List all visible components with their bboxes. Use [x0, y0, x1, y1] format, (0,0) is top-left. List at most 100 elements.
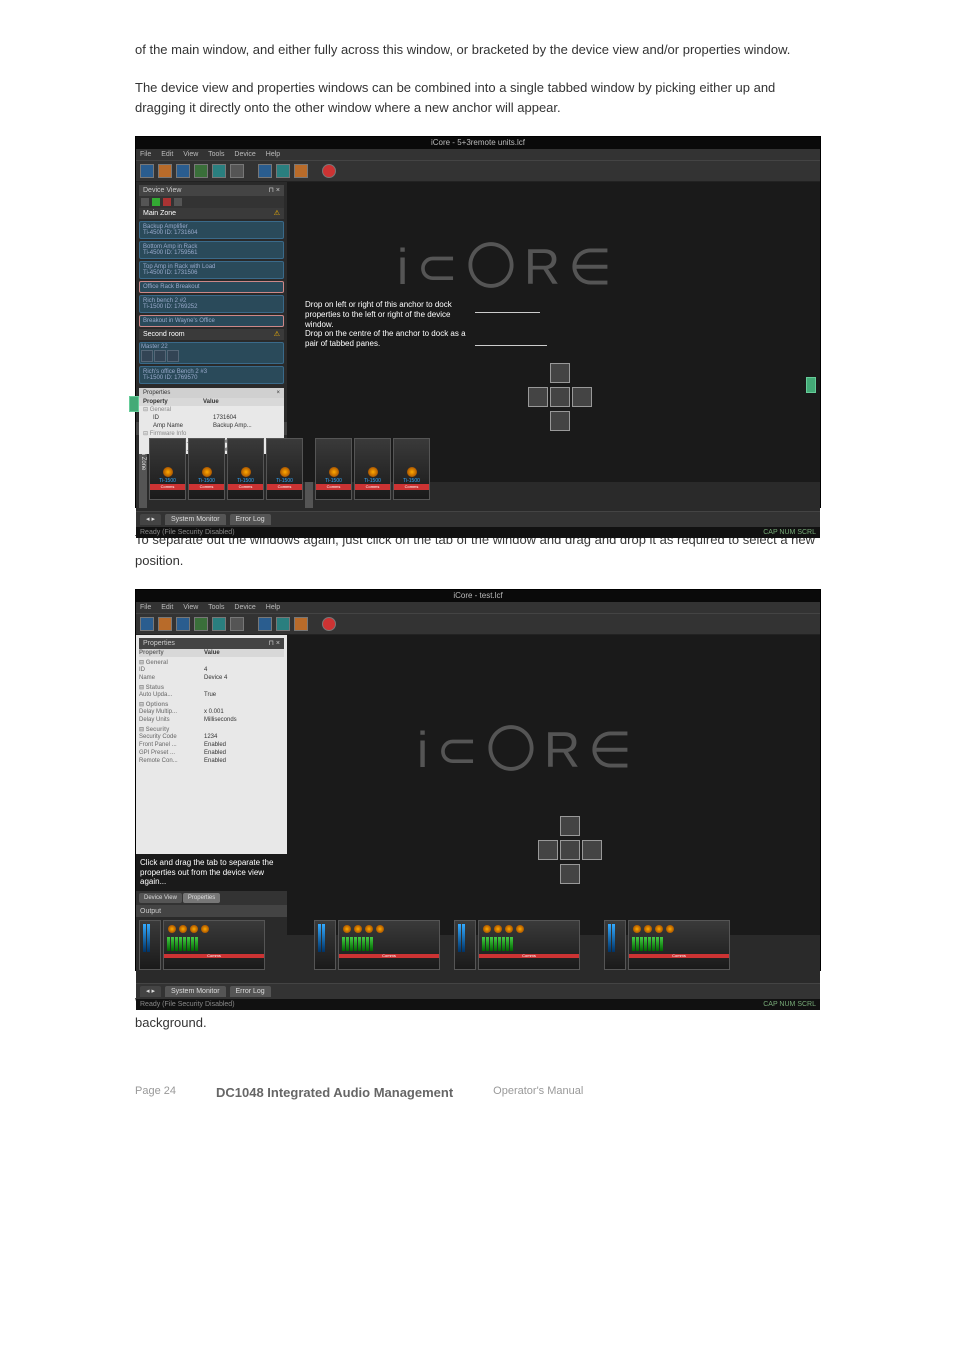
- mini-icon[interactable]: [141, 350, 153, 362]
- device-item[interactable]: Master 22: [139, 342, 284, 364]
- property-value[interactable]: Device 4: [204, 675, 284, 681]
- output-device[interactable]: Ti-1500Comms: [315, 438, 352, 500]
- output-device[interactable]: Ti-1500Comms: [227, 438, 264, 500]
- output-device[interactable]: Ti-1500Comms: [149, 438, 186, 500]
- mini-icon[interactable]: [154, 350, 166, 362]
- dock-anchor[interactable]: [527, 362, 593, 434]
- anchor-target[interactable]: [560, 864, 580, 884]
- toolbar-icon[interactable]: [141, 198, 149, 206]
- panel-pin-icon[interactable]: ⊓ ×: [269, 640, 281, 647]
- toolbar-button[interactable]: [212, 617, 226, 631]
- zone-label[interactable]: Main Zone: [143, 210, 176, 217]
- drag-handle-icon[interactable]: [129, 396, 139, 412]
- anchor-target[interactable]: [550, 363, 570, 383]
- anchor-target[interactable]: [560, 840, 580, 860]
- property-value[interactable]: Enabled: [204, 758, 284, 764]
- toolbar-button[interactable]: [230, 617, 244, 631]
- anchor-target[interactable]: [550, 411, 570, 431]
- menu-help[interactable]: Help: [266, 604, 280, 611]
- output-device[interactable]: Ti-1500Comms: [188, 438, 225, 500]
- anchor-target[interactable]: [550, 387, 570, 407]
- device-item[interactable]: Breakout in Wayne's Office: [139, 315, 284, 327]
- menu-view[interactable]: View: [183, 604, 198, 611]
- menu-device[interactable]: Device: [234, 151, 255, 158]
- property-value[interactable]: 1234: [204, 734, 284, 740]
- toolbar-button[interactable]: [176, 164, 190, 178]
- toolbar-button[interactable]: [276, 617, 290, 631]
- tab-arrow-icon[interactable]: ◂ ▸: [140, 986, 161, 997]
- anchor-target[interactable]: [582, 840, 602, 860]
- menu-view[interactable]: View: [183, 151, 198, 158]
- toolbar-button[interactable]: [176, 617, 190, 631]
- device-item[interactable]: Backup Amplifier Ti-4500 ID: 1731604: [139, 221, 284, 239]
- output-device[interactable]: Ti-1500Comms: [393, 438, 430, 500]
- menu-tools[interactable]: Tools: [208, 151, 224, 158]
- tab-system-monitor[interactable]: System Monitor: [165, 514, 226, 525]
- toolbar-button[interactable]: [212, 164, 226, 178]
- output-device[interactable]: [454, 920, 476, 970]
- property-value[interactable]: Enabled: [204, 750, 284, 756]
- toolbar-button[interactable]: [294, 164, 308, 178]
- menu-bar[interactable]: File Edit View Tools Device Help: [136, 602, 820, 613]
- toolbar-button[interactable]: [294, 617, 308, 631]
- tab-arrow-icon[interactable]: ◂ ▸: [140, 514, 161, 525]
- menu-device[interactable]: Device: [234, 604, 255, 611]
- output-device[interactable]: [314, 920, 336, 970]
- mini-icon[interactable]: [167, 350, 179, 362]
- menu-help[interactable]: Help: [266, 151, 280, 158]
- property-value[interactable]: Milliseconds: [204, 717, 284, 723]
- menu-edit[interactable]: Edit: [161, 151, 173, 158]
- device-item[interactable]: Office Rack Breakout: [139, 281, 284, 293]
- tab-properties[interactable]: Properties: [183, 893, 220, 903]
- output-device[interactable]: [139, 920, 161, 970]
- anchor-target[interactable]: [560, 816, 580, 836]
- device-item[interactable]: Top Amp in Rack with Load Ti-4500 ID: 17…: [139, 261, 284, 279]
- dock-handle-right[interactable]: [806, 377, 816, 393]
- output-device[interactable]: Ti-1500Comms: [266, 438, 303, 500]
- toolbar-button[interactable]: [258, 617, 272, 631]
- output-device[interactable]: Comms: [628, 920, 730, 970]
- add-icon[interactable]: [152, 198, 160, 206]
- tab-system-monitor[interactable]: System Monitor: [165, 986, 226, 997]
- toolbar-record-button[interactable]: [322, 617, 336, 631]
- device-item[interactable]: Bottom Amp in Rack Ti-4500 ID: 1759561: [139, 241, 284, 259]
- zone-label[interactable]: Second room: [143, 331, 185, 338]
- anchor-target[interactable]: [572, 387, 592, 407]
- tab-error-log[interactable]: Error Log: [230, 986, 271, 997]
- menu-file[interactable]: File: [140, 151, 151, 158]
- property-value[interactable]: True: [204, 692, 284, 698]
- toolbar-button[interactable]: [194, 164, 208, 178]
- property-value[interactable]: x 0.001: [204, 709, 284, 715]
- toolbar-record-button[interactable]: [322, 164, 336, 178]
- remove-icon[interactable]: [163, 198, 171, 206]
- property-value[interactable]: Backup Amp...: [213, 423, 280, 429]
- toolbar-button[interactable]: [140, 617, 154, 631]
- menu-edit[interactable]: Edit: [161, 604, 173, 611]
- tab-device-view[interactable]: Device View: [139, 893, 182, 903]
- output-device[interactable]: Comms: [163, 920, 265, 970]
- toolbar-button[interactable]: [158, 617, 172, 631]
- toolbar-button[interactable]: [158, 164, 172, 178]
- menu-file[interactable]: File: [140, 604, 151, 611]
- device-item[interactable]: Rich bench 2 #2 Ti-1500 ID: 1769252: [139, 295, 284, 313]
- close-icon[interactable]: ×: [276, 390, 280, 396]
- anchor-target[interactable]: [538, 840, 558, 860]
- toolbar-button[interactable]: [140, 164, 154, 178]
- dock-anchor[interactable]: [537, 815, 603, 887]
- output-device[interactable]: Comms: [478, 920, 580, 970]
- panel-pin-icon[interactable]: ⊓ ×: [269, 187, 281, 194]
- property-value[interactable]: Enabled: [204, 742, 284, 748]
- edit-icon[interactable]: [174, 198, 182, 206]
- toolbar-button[interactable]: [276, 164, 290, 178]
- output-device[interactable]: Comms: [338, 920, 440, 970]
- output-device[interactable]: Ti-1500Comms: [354, 438, 391, 500]
- device-item[interactable]: Rich's office Bench 2 #3 Ti-1500 ID: 176…: [139, 366, 284, 384]
- menu-tools[interactable]: Tools: [208, 604, 224, 611]
- tab-error-log[interactable]: Error Log: [230, 514, 271, 525]
- toolbar-button[interactable]: [194, 617, 208, 631]
- toolbar-button[interactable]: [258, 164, 272, 178]
- toolbar-button[interactable]: [230, 164, 244, 178]
- output-device[interactable]: [604, 920, 626, 970]
- anchor-target[interactable]: [528, 387, 548, 407]
- menu-bar[interactable]: File Edit View Tools Device Help: [136, 149, 820, 160]
